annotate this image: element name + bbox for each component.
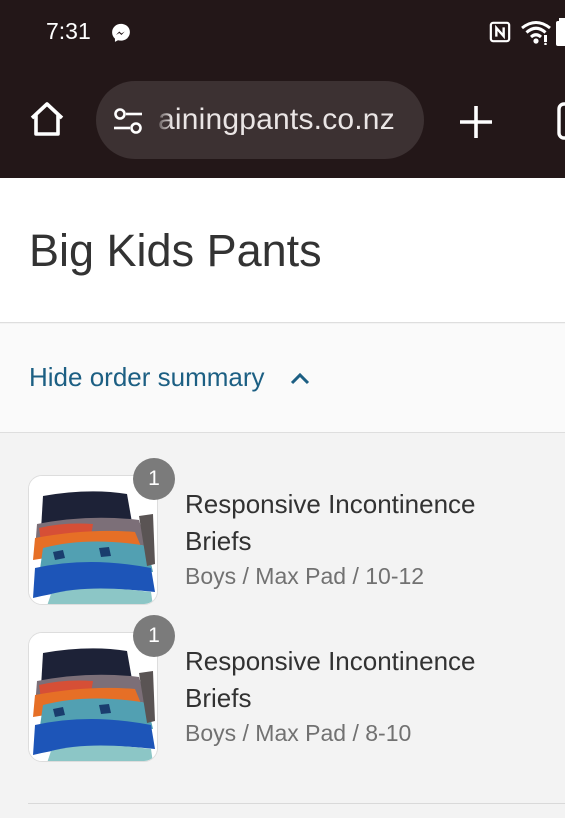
browser-chrome: 7:31 ainingpants.co.nz <box>0 0 565 178</box>
product-title: Responsive Incontinence Briefs <box>185 489 476 556</box>
chevron-up-icon[interactable] <box>288 368 312 388</box>
line-item: 1 Responsive Incontinence Briefs Boys / … <box>0 590 565 762</box>
quantity-badge: 1 <box>133 615 175 657</box>
product-variant: Boys / Max Pad / 10-12 <box>185 563 425 589</box>
section-divider <box>28 803 565 804</box>
address-bar[interactable]: ainingpants.co.nz <box>96 81 424 159</box>
product-thumbnail <box>28 475 158 605</box>
nfc-icon <box>489 21 511 43</box>
order-summary: 1 Responsive Incontinence Briefs Boys / … <box>0 433 565 818</box>
order-summary-toggle[interactable]: Hide order summary <box>0 324 565 433</box>
tune-icon[interactable] <box>112 107 144 135</box>
status-bar: 7:31 <box>0 0 565 64</box>
line-item: 1 Responsive Incontinence Briefs Boys / … <box>0 433 565 605</box>
hide-order-summary-link[interactable]: Hide order summary <box>29 362 265 393</box>
shop-title[interactable]: Big Kids Pants <box>29 225 322 277</box>
messenger-icon <box>112 23 130 42</box>
product-image <box>29 633 157 761</box>
wifi-icon <box>521 21 551 45</box>
url-fade <box>154 95 172 145</box>
tabs-icon[interactable] <box>556 101 565 141</box>
product-image <box>29 476 157 604</box>
home-icon[interactable] <box>27 99 67 139</box>
new-tab-icon[interactable] <box>457 103 495 141</box>
product-title: Responsive Incontinence Briefs <box>185 646 476 713</box>
product-variant: Boys / Max Pad / 8-10 <box>185 720 412 746</box>
product-thumbnail <box>28 632 158 762</box>
battery-icon <box>556 18 565 46</box>
status-time: 7:31 <box>46 18 91 44</box>
url-text[interactable]: ainingpants.co.nz <box>158 103 414 137</box>
quantity-badge: 1 <box>133 458 175 500</box>
page-header: Big Kids Pants <box>0 178 565 323</box>
